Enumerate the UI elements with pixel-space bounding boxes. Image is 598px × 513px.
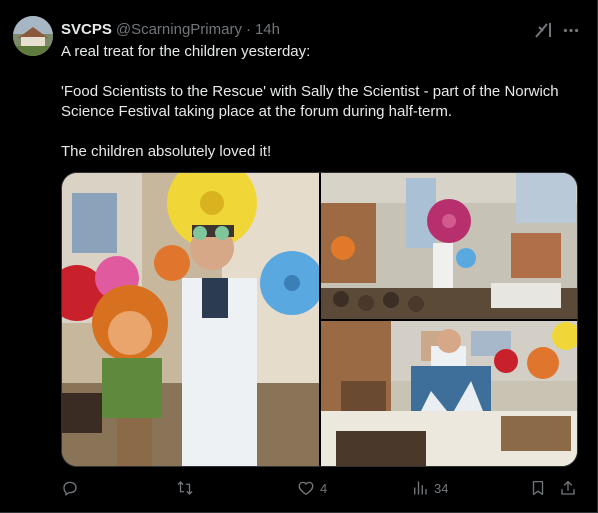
views-icon bbox=[414, 481, 427, 495]
bookmark-icon bbox=[532, 480, 544, 496]
separator-dot: · bbox=[245, 20, 251, 38]
bookmark-button[interactable] bbox=[529, 476, 547, 500]
tweet-header: SVCPS @ScarningPrimary · 14h bbox=[61, 19, 280, 39]
like-icon bbox=[298, 481, 314, 496]
share-button[interactable] bbox=[559, 476, 577, 500]
grok-icon[interactable] bbox=[532, 19, 554, 41]
timestamp[interactable]: 14h bbox=[255, 21, 280, 38]
action-bar: 4 34 bbox=[61, 476, 581, 500]
views-button[interactable]: 34 bbox=[411, 476, 448, 500]
media-grid bbox=[61, 172, 578, 467]
views-count: 34 bbox=[434, 480, 449, 496]
tweet-paragraph: 'Food Scientists to the Rescue' with Sal… bbox=[61, 83, 559, 120]
tweet-card[interactable]: SVCPS @ScarningPrimary · 14h A real trea… bbox=[0, 0, 598, 513]
tweet-paragraph: The children absolutely loved it! bbox=[61, 143, 272, 160]
tweet-paragraph: A real treat for the children yesterday: bbox=[61, 43, 311, 60]
like-button[interactable]: 4 bbox=[297, 476, 327, 500]
tweet-text: A real treat for the children yesterday:… bbox=[61, 42, 583, 162]
avatar[interactable] bbox=[13, 16, 53, 56]
share-icon bbox=[561, 480, 575, 495]
like-count: 4 bbox=[320, 480, 328, 496]
reply-icon bbox=[63, 481, 77, 496]
photo-hall-audience[interactable] bbox=[321, 173, 577, 319]
more-icon[interactable] bbox=[561, 19, 581, 41]
retweet-button[interactable] bbox=[176, 476, 199, 500]
author-handle[interactable]: @ScarningPrimary bbox=[116, 21, 242, 38]
photo-scientist-with-puppet[interactable] bbox=[62, 173, 319, 466]
reply-button[interactable] bbox=[61, 476, 84, 500]
author-name[interactable]: SVCPS bbox=[61, 21, 112, 38]
photo-presentation-poster[interactable] bbox=[321, 321, 577, 466]
retweet-icon bbox=[177, 481, 193, 495]
